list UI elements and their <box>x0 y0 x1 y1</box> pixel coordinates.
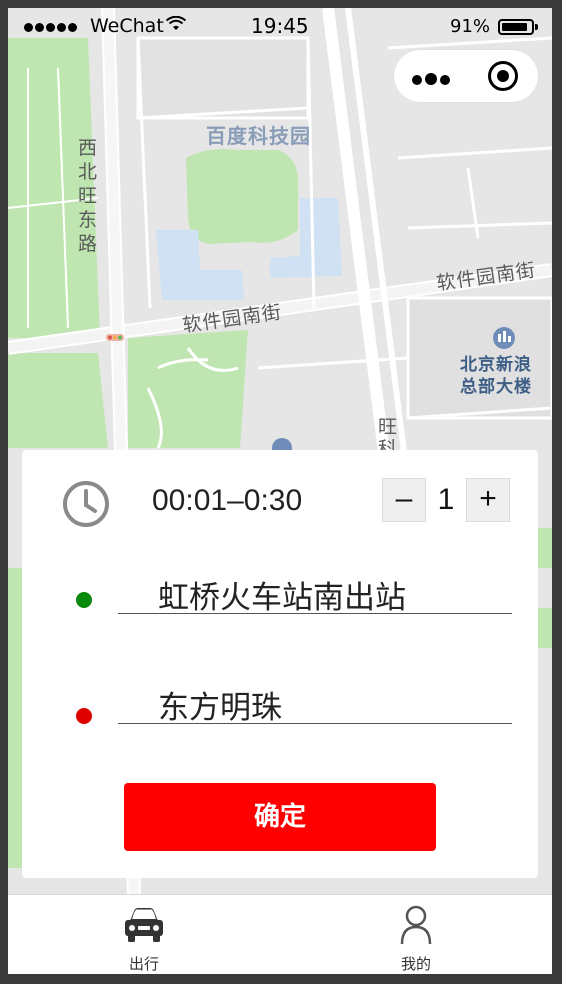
decrease-button[interactable]: – <box>382 478 426 522</box>
carrier-name: WeChat <box>90 15 164 37</box>
battery-fill <box>502 23 527 31</box>
start-dot-icon <box>76 592 92 608</box>
tab-mine-label: 我的 <box>400 955 431 973</box>
tab-trip[interactable]: 出行 <box>84 895 204 974</box>
wifi-icon <box>165 15 187 37</box>
time-range[interactable]: 00:01–0:30 <box>152 484 302 518</box>
start-location-text: 虹桥火车站南出站 <box>158 580 406 616</box>
end-dot-icon <box>76 708 92 724</box>
map-label-road-xibeiwang: 西北旺东路 <box>78 137 99 255</box>
more-dots-icon[interactable] <box>412 70 453 89</box>
tab-mine[interactable]: 我的 <box>356 895 476 974</box>
tab-trip-label: 出行 <box>128 955 159 973</box>
tab-bar: 出行 我的 <box>8 894 552 974</box>
status-bar: WeChat 19:45 91% <box>8 8 552 44</box>
target-close-icon[interactable] <box>488 61 518 91</box>
end-location-text: 东方明珠 <box>158 690 282 726</box>
clock-icon <box>62 480 110 532</box>
map-label-poi-sina: 北京新浪 总部大楼 <box>460 355 532 397</box>
miniprogram-capsule <box>394 50 538 102</box>
battery-percent: 91% <box>450 16 491 37</box>
increase-button[interactable]: + <box>466 478 510 522</box>
confirm-button[interactable]: 确定 <box>124 783 436 851</box>
signal-icon <box>24 16 79 37</box>
start-location-field[interactable]: 虹桥火车站南出站 <box>118 568 512 616</box>
clock-time: 19:45 <box>251 14 309 38</box>
car-icon <box>122 905 166 949</box>
battery-icon <box>498 19 534 35</box>
map-label-park: 百度科技园 <box>206 124 311 148</box>
end-location-field[interactable]: 东方明珠 <box>118 678 512 726</box>
passenger-count: 1 <box>437 483 455 516</box>
ride-order-card: 00:01–0:30 – 1 + 虹桥火车站南出站 东方明珠 确定 <box>22 450 538 878</box>
person-icon <box>394 905 438 949</box>
app-screen: 百度科技园 西北旺东路 软件园南街 软件园南街 北京新浪 总部大楼 旺 科 We… <box>8 8 552 974</box>
battery-tip <box>535 24 538 30</box>
